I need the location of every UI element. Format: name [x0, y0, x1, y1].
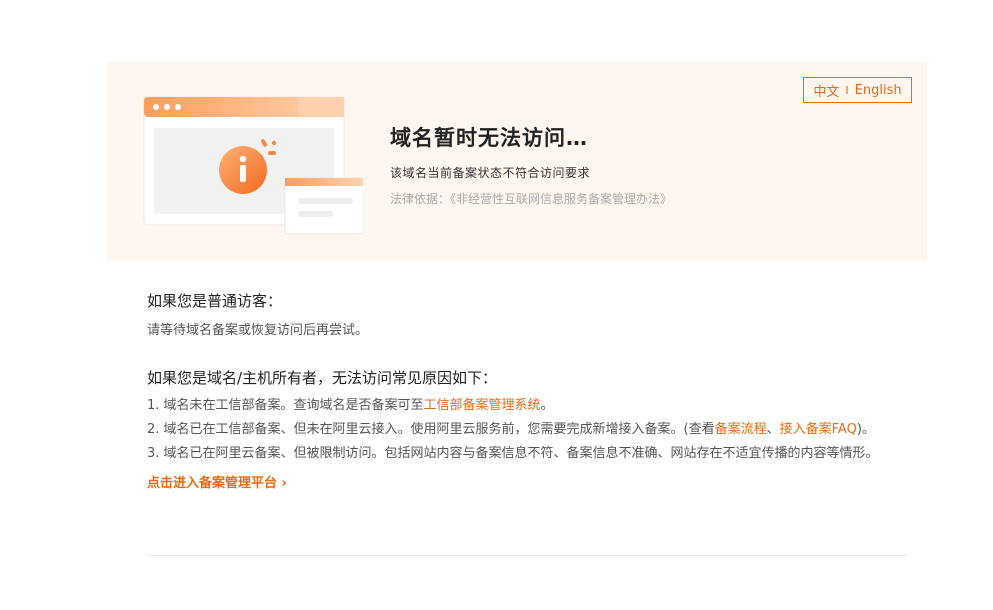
lang-zh-link[interactable]: 中文	[813, 81, 839, 100]
reason-item-1: 1. 域名未在工信部备案。查询域名是否备案可至工信部备案管理系统。	[147, 394, 907, 418]
filing-faq-link[interactable]: 接入备案FAQ	[780, 422, 857, 437]
reason-item-3: 3. 域名已在阿里云备案、但被限制访问。包括网站内容与备案信息不符、备案信息不准…	[147, 446, 879, 461]
lang-separator: I	[845, 83, 849, 97]
banner-text: 域名暂时无法访问… 该域名当前备案状态不符合访问要求 法律依据：《非经营性互联网…	[390, 122, 672, 207]
status-banner: 中文 I English 域名暂时无法访问… 该域名当前备案状态不符合访问要求 …	[107, 62, 927, 261]
reason-list: 1. 域名未在工信部备案。查询域名是否备案可至工信部备案管理系统。 2. 域名已…	[147, 394, 907, 466]
filing-platform-link[interactable]: 点击进入备案管理平台 ›	[147, 472, 287, 491]
divider	[147, 555, 907, 556]
legal-basis: 法律依据：《非经营性互联网信息服务备案管理办法》	[390, 192, 673, 206]
visitor-heading: 如果您是普通访客：	[147, 292, 283, 310]
reason-item-2: 2. 域名已在工信部备案、但未在阿里云接入。使用阿里云服务前，您需要完成新增接入…	[147, 418, 907, 442]
reason-1-end: 。	[540, 398, 554, 413]
reason-1-text: 1. 域名未在工信部备案。查询域名是否备案可至	[147, 398, 424, 413]
visitor-text: 请等待域名备案或恢复访问后再尝试。	[147, 323, 369, 338]
miit-system-link[interactable]: 工信部备案管理系统	[424, 398, 541, 413]
reason-2-text: 2. 域名已在工信部备案、但未在阿里云接入。使用阿里云服务前，您需要完成新增接入…	[147, 422, 715, 437]
language-switch: 中文 I English	[803, 77, 912, 103]
status-message: 该域名当前备案状态不符合访问要求	[390, 166, 591, 180]
help-content: 如果您是普通访客： 请等待域名备案或恢复访问后再尝试。 如果您是域名/主机所有者…	[147, 290, 907, 491]
browser-info-illustration-icon	[143, 96, 363, 235]
reason-2-end: )。	[856, 422, 875, 437]
owner-heading: 如果您是域名/主机所有者，无法访问常见原因如下：	[147, 369, 498, 387]
lang-en-link[interactable]: English	[855, 83, 902, 98]
page-title: 域名暂时无法访问…	[390, 126, 588, 150]
reason-2-sep: 、	[766, 422, 780, 437]
filing-process-link[interactable]: 备案流程	[715, 422, 767, 437]
